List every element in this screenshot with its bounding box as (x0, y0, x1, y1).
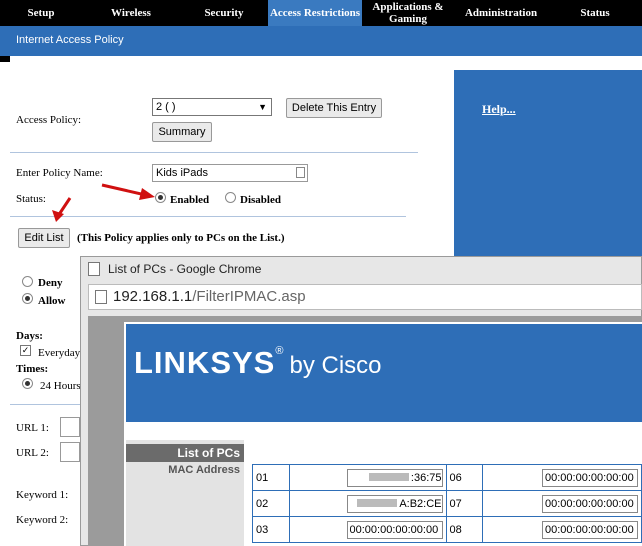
mac-table: 01 :36:75 06 00:00:00:00:00:00 02 A:B2:C… (252, 464, 642, 543)
mac-input[interactable]: 00:00:00:00:00:00 (542, 468, 638, 487)
table-row: 02 A:B2:CE 07 00:00:00:00:00:00 (252, 490, 642, 517)
mac-cell: 00:00:00:00:00:00 (482, 490, 642, 517)
page-icon (88, 262, 100, 276)
list-of-pcs-title: List of PCs (126, 444, 244, 462)
mac-cell: :36:75 (288, 464, 447, 491)
mac-cell: A:B2:CE (288, 490, 447, 517)
row-number: 06 (445, 464, 483, 491)
mac-input[interactable]: 00:00:00:00:00:00 (542, 494, 638, 513)
mac-value: :36:75 (410, 471, 442, 484)
mac-input[interactable]: :36:75 (346, 468, 443, 487)
redacted-block (357, 498, 398, 507)
row-number: 07 (445, 490, 483, 517)
address-url[interactable]: 192.168.1.1/FilterIPMAC.asp (113, 288, 306, 305)
url-path: /FilterIPMAC.asp (192, 288, 306, 305)
logo-reg: ® (275, 345, 284, 357)
mac-cell: 00:00:00:00:00:00 (288, 516, 447, 543)
mac-value: A:B2:CE (399, 497, 442, 510)
table-row: 01 :36:75 06 00:00:00:00:00:00 (252, 464, 642, 491)
row-number: 08 (445, 516, 483, 543)
row-number: 03 (252, 516, 290, 543)
linksys-logo: LINKSYS® by Cisco (134, 345, 382, 381)
logo-main: LINKSYS (134, 345, 276, 380)
logo-by: by Cisco (289, 352, 382, 379)
arrow-head (139, 188, 155, 200)
redacted-block (368, 472, 409, 481)
mac-input[interactable]: 00:00:00:00:00:00 (346, 520, 443, 539)
row-number: 01 (252, 464, 290, 491)
document-icon (95, 290, 107, 304)
mac-cell: 00:00:00:00:00:00 (482, 464, 642, 491)
mac-address-header: MAC Address (168, 464, 240, 476)
row-number: 02 (252, 490, 290, 517)
mac-cell: 00:00:00:00:00:00 (482, 516, 642, 543)
popup-window-title: List of PCs - Google Chrome (108, 262, 262, 276)
table-row: 03 00:00:00:00:00:00 08 00:00:00:00:00:0… (252, 516, 642, 543)
url-host: 192.168.1.1 (113, 288, 193, 305)
mac-input[interactable]: 00:00:00:00:00:00 (542, 520, 638, 539)
mac-input[interactable]: A:B2:CE (346, 494, 443, 513)
